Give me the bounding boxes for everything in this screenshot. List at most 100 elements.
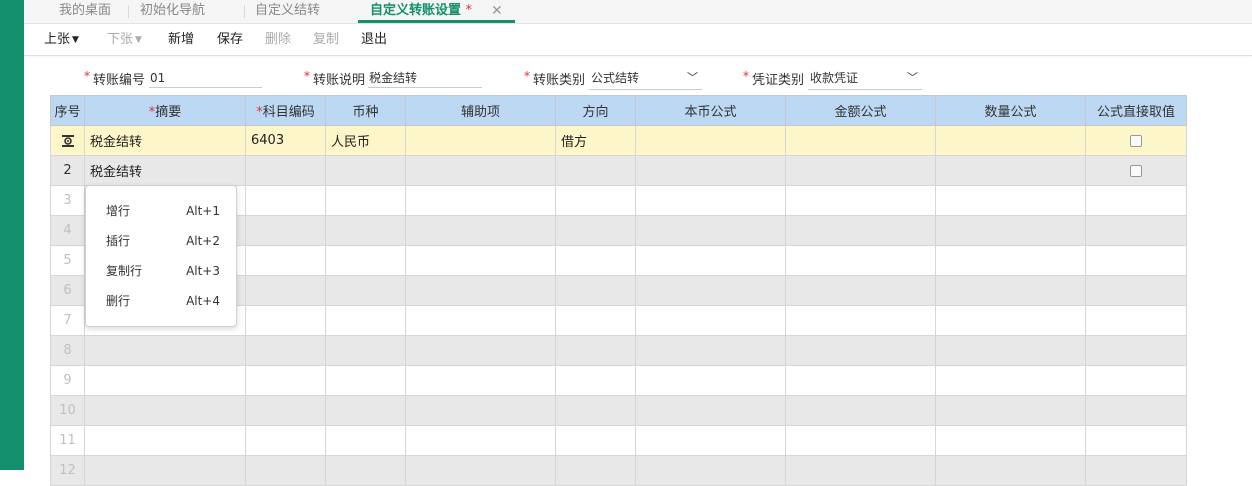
cell-account[interactable] (245, 215, 326, 246)
cell-direct-value[interactable] (1085, 395, 1187, 426)
save-button[interactable]: 保存 (217, 24, 243, 55)
cell-direct-value[interactable] (1085, 365, 1187, 396)
cell-amount-formula[interactable] (785, 335, 936, 366)
cell-currency[interactable]: 人民币 (325, 125, 406, 156)
cell-qty-formula[interactable] (935, 185, 1086, 216)
cell-summary[interactable]: 税金结转 (84, 125, 246, 156)
table-row[interactable]: 12 (50, 455, 1187, 486)
cell-amount-formula[interactable] (785, 425, 936, 456)
cell-direction[interactable] (555, 305, 636, 336)
cell-aux[interactable] (405, 365, 556, 396)
cell-summary[interactable] (84, 335, 246, 366)
cell-direction[interactable] (555, 455, 636, 486)
tab-my-desktop[interactable]: 我的桌面 (59, 0, 111, 23)
desc-input[interactable] (368, 68, 482, 88)
cell-currency[interactable] (325, 365, 406, 396)
cell-aux[interactable] (405, 245, 556, 276)
cell-qty-formula[interactable] (935, 275, 1086, 306)
cell-amount-formula[interactable] (785, 215, 936, 246)
table-row[interactable]: 税金结转 6403 人民币 借方 (50, 125, 1187, 156)
menu-item-insert-row[interactable]: 插行 Alt+2 (86, 226, 236, 256)
cell-direction[interactable] (555, 335, 636, 366)
cell-direction[interactable] (555, 245, 636, 276)
code-input[interactable] (149, 68, 262, 88)
cell-account[interactable] (245, 395, 326, 426)
cell-currency[interactable] (325, 425, 406, 456)
cell-qty-formula[interactable] (935, 425, 1086, 456)
cell-aux[interactable] (405, 275, 556, 306)
cell-direction[interactable] (555, 215, 636, 246)
table-row[interactable]: 10 (50, 395, 1187, 426)
cell-direct-value[interactable] (1085, 275, 1187, 306)
cell-aux[interactable] (405, 305, 556, 336)
cell-local-formula[interactable] (635, 245, 786, 276)
row-settings-icon[interactable] (61, 134, 75, 148)
direct-value-checkbox[interactable] (1130, 164, 1142, 177)
cell-local-formula[interactable] (635, 185, 786, 216)
cell-amount-formula[interactable] (785, 365, 936, 396)
cell-aux[interactable] (405, 425, 556, 456)
cell-aux[interactable] (405, 155, 556, 186)
cell-currency[interactable] (325, 185, 406, 216)
cell-currency[interactable] (325, 335, 406, 366)
cell-account[interactable] (245, 425, 326, 456)
cell-aux[interactable] (405, 395, 556, 426)
cell-account[interactable] (245, 275, 326, 306)
table-row[interactable]: 2 税金结转 (50, 155, 1187, 186)
next-button[interactable]: 下张 ▼ (107, 24, 142, 55)
cell-aux[interactable] (405, 455, 556, 486)
cell-direction[interactable] (555, 425, 636, 456)
cell-direction[interactable] (555, 395, 636, 426)
cell-amount-formula[interactable] (785, 455, 936, 486)
cell-direct-value[interactable] (1085, 425, 1187, 456)
cell-summary[interactable] (84, 425, 246, 456)
cell-qty-formula[interactable] (935, 365, 1086, 396)
cell-amount-formula[interactable] (785, 125, 936, 156)
menu-item-delete-row[interactable]: 删行 Alt+4 (86, 286, 236, 316)
cell-direct-value[interactable] (1085, 305, 1187, 336)
cell-local-formula[interactable] (635, 215, 786, 246)
menu-item-copy-row[interactable]: 复制行 Alt+3 (86, 256, 236, 286)
cell-account[interactable] (245, 305, 326, 336)
menu-item-add-row[interactable]: 增行 Alt+1 (86, 196, 236, 226)
cell-summary[interactable] (84, 395, 246, 426)
cell-local-formula[interactable] (635, 365, 786, 396)
cell-amount-formula[interactable] (785, 275, 936, 306)
cell-amount-formula[interactable] (785, 305, 936, 336)
cell-qty-formula[interactable] (935, 335, 1086, 366)
cell-local-formula[interactable] (635, 125, 786, 156)
direct-value-checkbox[interactable] (1130, 134, 1142, 147)
cell-account[interactable] (245, 455, 326, 486)
cell-qty-formula[interactable] (935, 395, 1086, 426)
exit-button[interactable]: 退出 (361, 24, 387, 55)
cell-amount-formula[interactable] (785, 185, 936, 216)
cell-direct-value[interactable] (1085, 185, 1187, 216)
table-row[interactable]: 9 (50, 365, 1187, 396)
cell-direction[interactable] (555, 275, 636, 306)
cell-currency[interactable] (325, 275, 406, 306)
cell-currency[interactable] (325, 215, 406, 246)
table-row[interactable]: 11 (50, 425, 1187, 456)
cell-account[interactable] (245, 365, 326, 396)
row-settings-cell[interactable] (50, 125, 85, 156)
cell-direction[interactable] (555, 365, 636, 396)
cell-account[interactable]: 6403 (245, 125, 326, 156)
cell-local-formula[interactable] (635, 425, 786, 456)
cell-account[interactable] (245, 185, 326, 216)
delete-button[interactable]: 删除 (265, 24, 291, 55)
cell-direct-value[interactable] (1085, 215, 1187, 246)
tab-custom-carryover[interactable]: 自定义结转 (255, 0, 320, 23)
cell-amount-formula[interactable] (785, 245, 936, 276)
cell-qty-formula[interactable] (935, 455, 1086, 486)
cell-summary[interactable] (84, 365, 246, 396)
tab-init-guide[interactable]: 初始化导航 (140, 0, 205, 23)
cell-qty-formula[interactable] (935, 215, 1086, 246)
cell-direct-value[interactable] (1085, 245, 1187, 276)
cell-direct-value[interactable] (1085, 335, 1187, 366)
cell-summary[interactable] (84, 455, 246, 486)
cell-aux[interactable] (405, 215, 556, 246)
cell-amount-formula[interactable] (785, 395, 936, 426)
cell-account[interactable] (245, 155, 326, 186)
cell-account[interactable] (245, 335, 326, 366)
cell-summary[interactable]: 税金结转 (84, 155, 246, 186)
